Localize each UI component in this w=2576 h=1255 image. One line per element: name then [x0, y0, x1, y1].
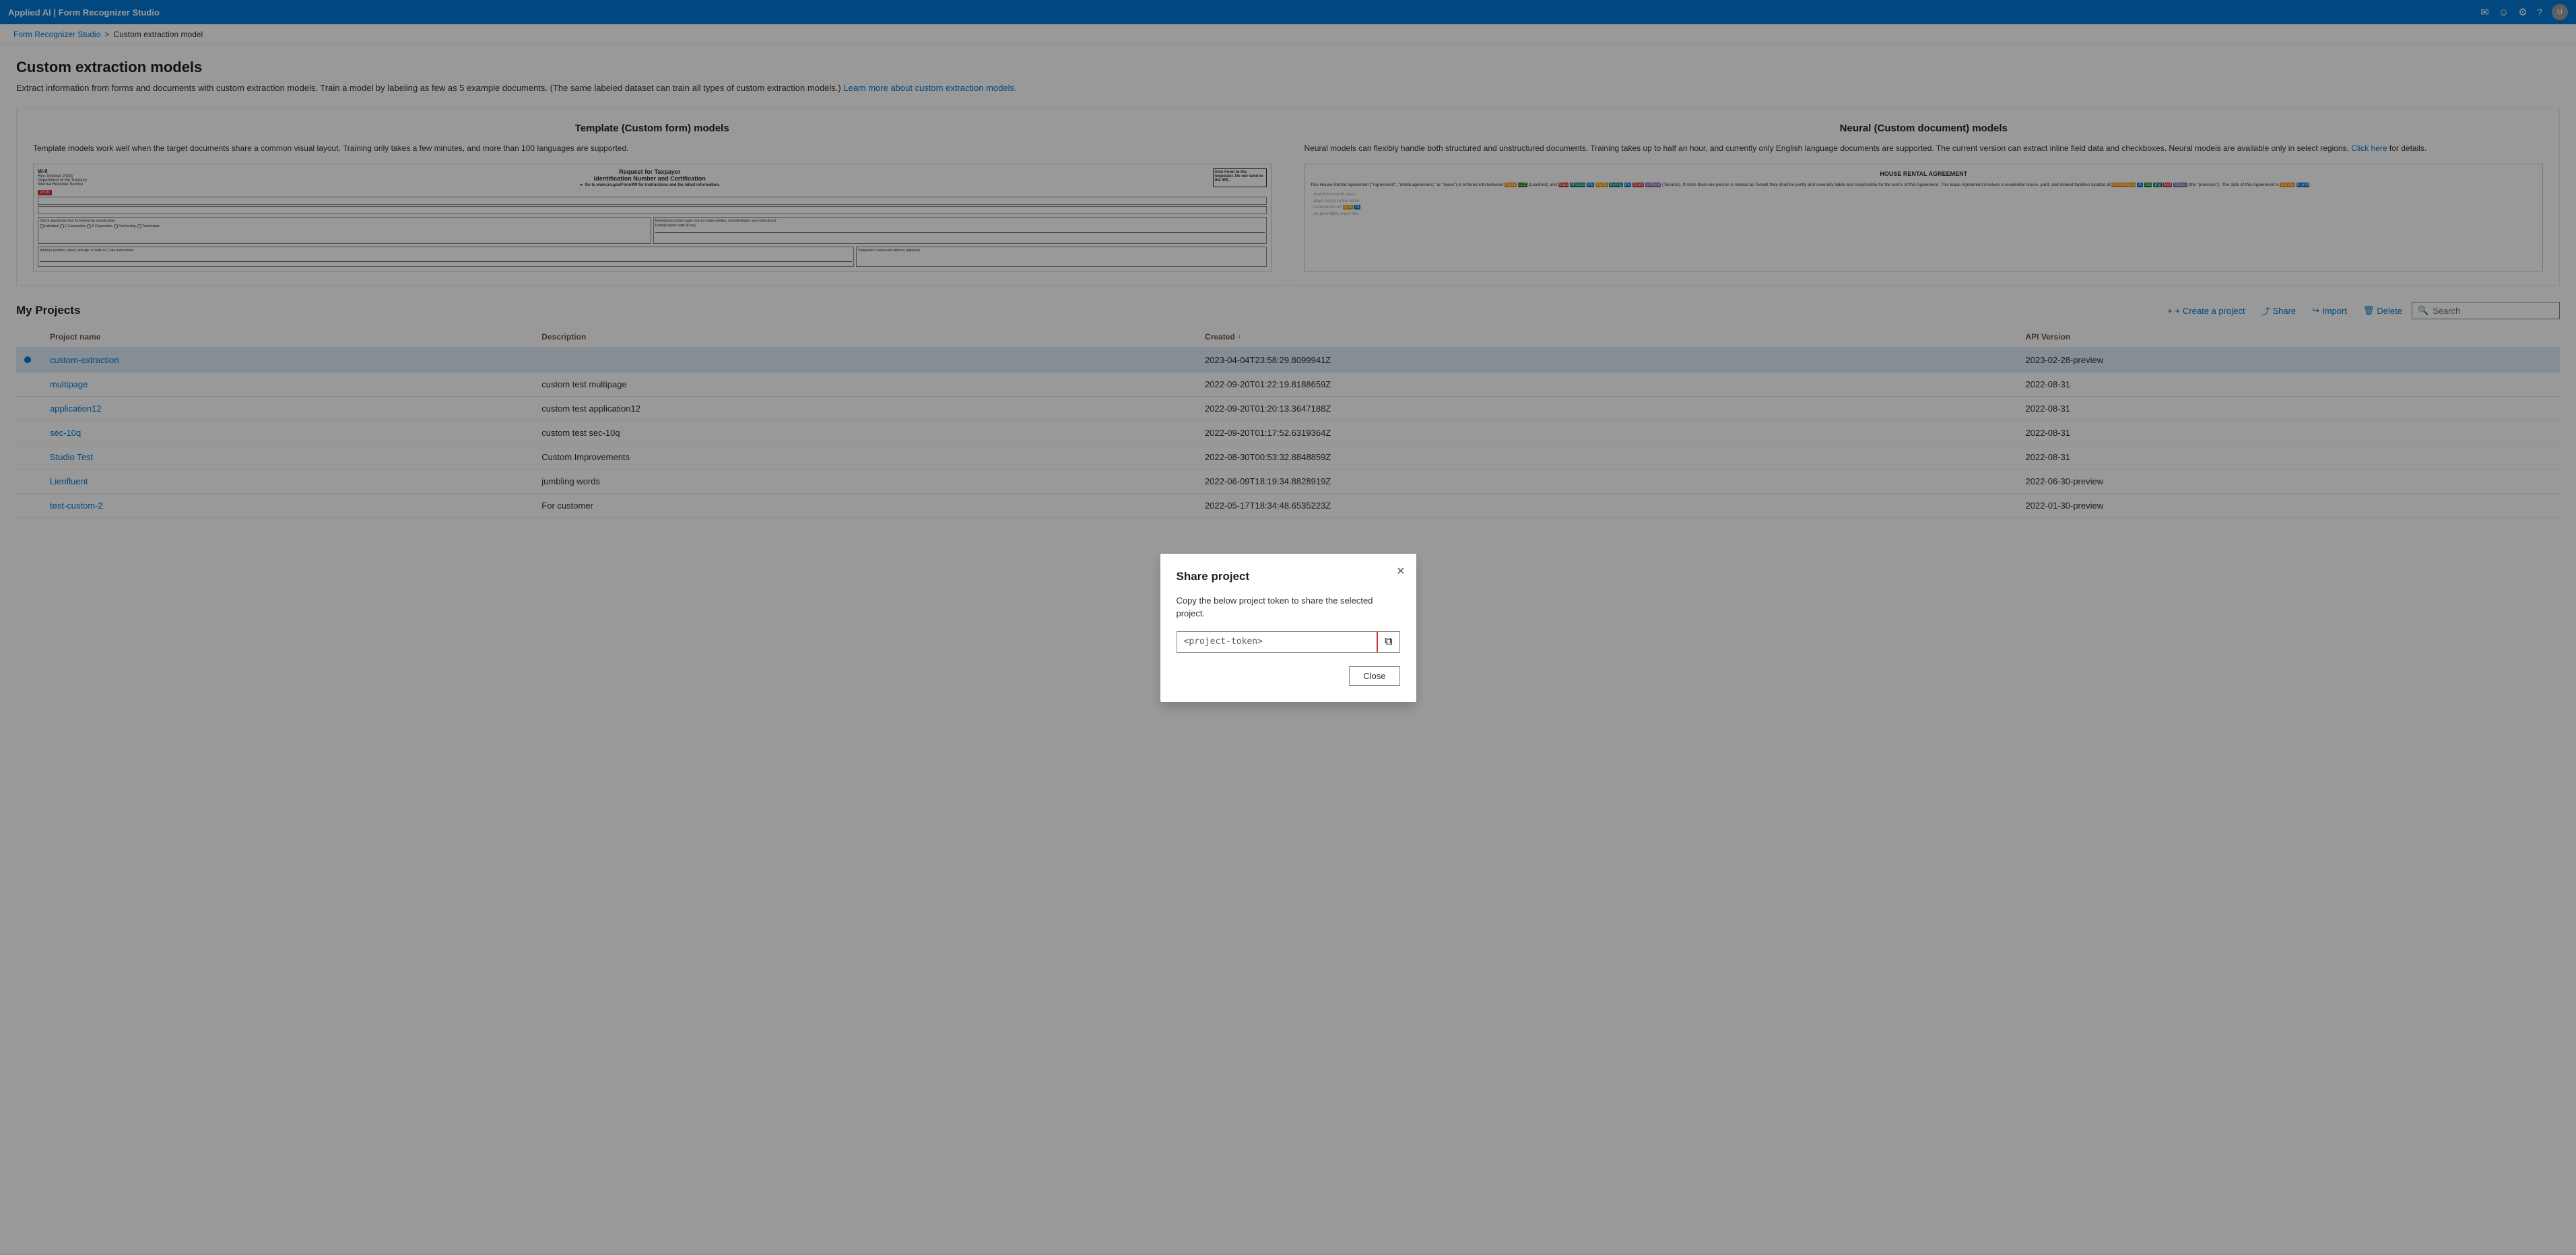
- modal-overlay[interactable]: Share project ✕ Copy the below project t…: [0, 0, 2576, 1255]
- token-row: ⧉: [1177, 631, 1400, 653]
- share-modal: Share project ✕ Copy the below project t…: [1160, 554, 1416, 702]
- copy-icon: ⧉: [1385, 636, 1392, 648]
- modal-description: Copy the below project token to share th…: [1177, 594, 1400, 620]
- modal-footer: Close: [1177, 666, 1400, 686]
- copy-token-button[interactable]: ⧉: [1377, 632, 1399, 652]
- modal-close-button[interactable]: ✕: [1393, 562, 1408, 581]
- project-token-input[interactable]: [1177, 633, 1377, 651]
- modal-close-btn[interactable]: Close: [1349, 666, 1399, 686]
- modal-title: Share project: [1177, 570, 1400, 583]
